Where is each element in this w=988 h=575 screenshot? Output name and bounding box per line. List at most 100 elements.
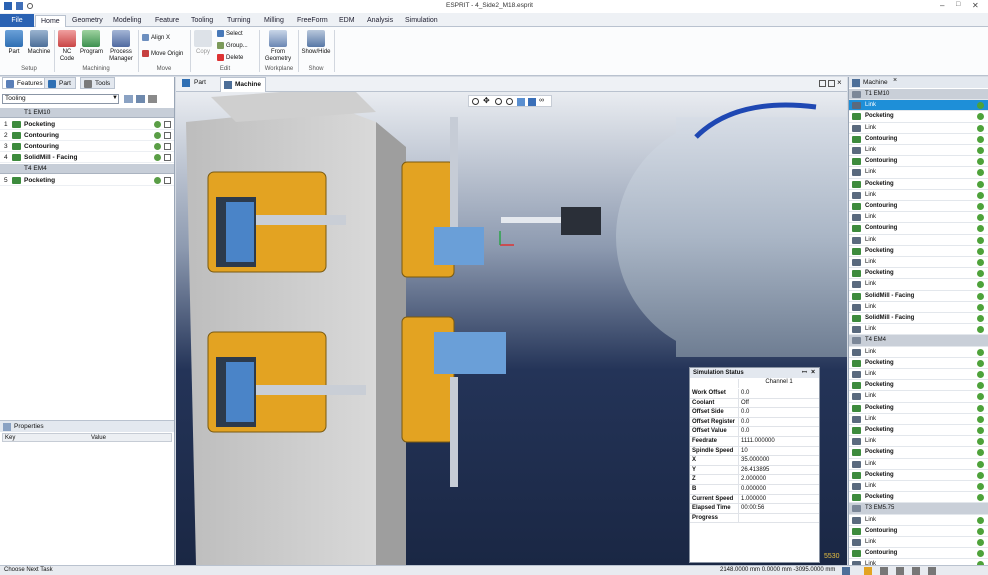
restore-view-icon[interactable] [819,80,826,87]
link-row[interactable]: Link [849,391,988,403]
link-row[interactable]: Link [849,123,988,134]
layer-icon[interactable] [864,567,872,575]
copy-button[interactable]: Copy [193,30,213,56]
operation-row[interactable]: Contouring [849,201,988,213]
checkbox[interactable] [164,132,171,139]
operation-row[interactable]: Pocketing [849,492,988,504]
maximize-view-icon[interactable] [828,80,835,87]
save-icon[interactable] [16,2,23,10]
tool-group-row[interactable]: T4 EM4 [849,335,988,347]
operation-row[interactable]: SolidMill - Facing [849,291,988,302]
link-row[interactable]: Link [849,459,988,470]
link-row[interactable]: Link [849,145,988,157]
undo-icon[interactable] [27,3,33,9]
view-cube-icon[interactable] [517,98,525,106]
select-button[interactable]: Select [217,29,243,39]
operation-row[interactable]: Pocketing [849,268,988,280]
program-button[interactable]: Program [80,30,103,56]
tab-tooling[interactable]: Tooling [186,15,218,27]
operation-row[interactable]: 1 Pocketing [0,119,174,130]
zoom-icon[interactable] [495,98,502,105]
operation-row[interactable]: 4 SolidMill - Facing [0,152,174,163]
checkbox[interactable] [164,154,171,161]
operation-row[interactable]: 5 Pocketing [0,175,174,186]
operation-row[interactable]: Pocketing [849,447,988,459]
tool-group-row[interactable]: T1 EM10 [849,89,988,101]
link-row[interactable]: Link [849,100,988,112]
close-icon[interactable]: × [811,368,815,378]
tab-file[interactable]: File [0,14,34,27]
link-row[interactable]: Link [849,537,988,549]
link-row[interactable]: Link [849,347,988,358]
link-row[interactable]: Link [849,302,988,313]
link-row[interactable]: Link [849,190,988,201]
align-button[interactable]: Align X [142,33,170,43]
tab-features[interactable]: Features [2,77,48,89]
operation-row[interactable]: Pocketing [849,246,988,257]
operation-row[interactable]: Contouring [849,223,988,235]
operation-row[interactable]: Contouring [849,134,988,145]
machine-button[interactable]: Machine [26,30,52,56]
rotate-icon[interactable] [472,98,479,105]
operation-row[interactable]: Pocketing [849,111,988,123]
operation-row[interactable]: Pocketing [849,403,988,414]
link-row[interactable]: Link [849,414,988,425]
operation-row[interactable]: 2 Contouring [0,130,174,141]
settings-icon[interactable] [148,95,157,103]
shade-icon[interactable] [528,98,536,106]
glasses-icon[interactable]: ∞ [539,97,544,104]
operation-row[interactable]: Pocketing [849,358,988,369]
tool-group-row[interactable]: T3 EM5.75 [849,503,988,515]
checkbox[interactable] [164,177,171,184]
tab-feature[interactable]: Feature [150,15,184,27]
grid-icon[interactable] [880,567,888,575]
operation-row[interactable]: 3 Contouring [0,141,174,152]
close-icon[interactable]: ✕ [972,1,979,10]
chevron-down-icon[interactable]: ▼ [112,95,118,101]
view-icon[interactable] [124,95,133,103]
pan-icon[interactable]: ✥ [483,96,490,105]
tab-turning[interactable]: Turning [222,15,255,27]
link-row[interactable]: Link [849,235,988,246]
link-row[interactable]: Link [849,279,988,291]
close-view-icon[interactable]: × [837,78,842,87]
tab-edm[interactable]: EDM [334,15,360,27]
tab-milling[interactable]: Milling [259,15,289,27]
operation-row[interactable]: Contouring [849,156,988,168]
link-row[interactable]: Link [849,481,988,493]
tab-tools[interactable]: Tools [80,77,116,89]
minimize-icon[interactable]: – [940,1,944,10]
settings-icon[interactable] [896,567,904,575]
tab-simulation[interactable]: Simulation [400,15,443,27]
maximize-icon[interactable]: □ [956,1,960,8]
process-manager-button[interactable]: Process Manager [106,30,136,63]
filter-icon[interactable] [136,95,145,103]
operation-row[interactable]: Pocketing [849,470,988,481]
tab-home[interactable]: Home [35,15,66,27]
link-row[interactable]: Link [849,369,988,381]
operation-row[interactable]: Contouring [849,526,988,537]
tab-analysis[interactable]: Analysis [362,15,398,27]
tab-modeling[interactable]: Modeling [108,15,146,27]
link-row[interactable]: Link [849,436,988,448]
zoom-window-icon[interactable] [506,98,513,105]
link-row[interactable]: Link [849,167,988,179]
filter-select[interactable]: Tooling [2,94,119,104]
tab-part[interactable]: Part [44,77,76,89]
operation-row[interactable]: SolidMill - Facing [849,313,988,325]
tab-geometry[interactable]: Geometry [67,15,108,27]
from-geometry-button[interactable]: From Geometry [262,30,294,63]
tab-machine-view[interactable]: Machine [220,77,267,92]
checkbox[interactable] [164,121,171,128]
snap-icon[interactable] [842,567,850,575]
tab-freeform[interactable]: FreeForm [292,15,333,27]
tab-part-view[interactable]: Part [182,79,206,87]
operation-row[interactable]: Contouring [849,548,988,560]
delete-button[interactable]: Delete [217,53,243,63]
close-icon[interactable]: × [893,77,897,84]
tool-group-row[interactable]: T1 EM10 [0,108,174,118]
operation-row[interactable]: Pocketing [849,380,988,392]
operation-row[interactable]: Pocketing [849,179,988,190]
part-button[interactable]: Part [4,30,24,56]
pin-icon[interactable]: ꟷ [802,368,807,378]
